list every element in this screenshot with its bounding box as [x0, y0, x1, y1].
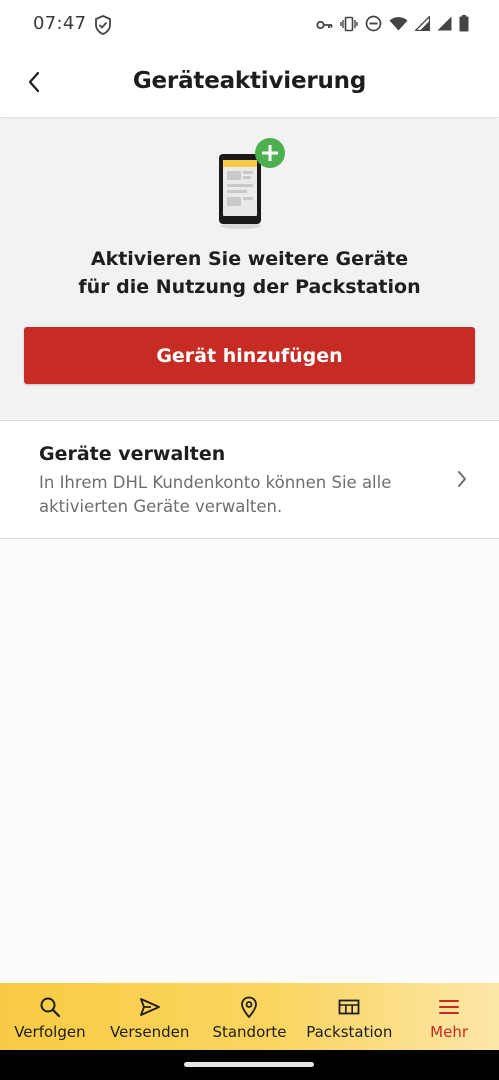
device-activation-hero: Aktivieren Sie weitere Geräte für die Nu… [0, 119, 499, 421]
search-icon [39, 996, 61, 1018]
status-icons [316, 14, 469, 36]
do-not-disturb-icon [365, 15, 382, 36]
home-indicator[interactable] [184, 1062, 314, 1067]
battery-icon [459, 15, 469, 36]
nav-label-packstation: Packstation [306, 1023, 393, 1041]
manage-devices-description: In Ihrem DHL Kundenkonto können Sie alle… [39, 473, 392, 516]
nav-item-verfolgen[interactable]: Verfolgen [0, 983, 100, 1050]
manage-devices-row[interactable]: Geräte verwalten In Ihrem DHL Kundenkont… [0, 421, 499, 539]
menu-icon [438, 996, 460, 1018]
nav-item-versenden[interactable]: Versenden [100, 983, 200, 1050]
nav-label-standorte: Standorte [212, 1023, 287, 1041]
location-pin-icon [240, 996, 258, 1018]
status-bar: 07:47 [0, 0, 499, 50]
hero-text: Aktivieren Sie weitere Geräte für die Nu… [0, 245, 499, 301]
system-navigation-bar [0, 1050, 499, 1080]
nav-item-packstation[interactable]: Packstation [299, 983, 399, 1050]
status-time: 07:47 [33, 13, 87, 34]
bottom-navigation: Verfolgen Versenden Standorte Packstatio… [0, 983, 499, 1050]
page-title: Geräteaktivierung [132, 68, 367, 94]
shield-check-icon [94, 15, 112, 39]
send-icon [139, 996, 161, 1018]
hero-text-line1: Aktivieren Sie weitere Geräte [90, 248, 409, 270]
app-header: Geräteaktivierung [0, 50, 499, 118]
packstation-icon [338, 996, 360, 1018]
nav-item-standorte[interactable]: Standorte [200, 983, 300, 1050]
nav-label-versenden: Versenden [110, 1023, 190, 1041]
chevron-right-icon [456, 470, 468, 492]
nav-label-mehr: Mehr [430, 1023, 469, 1041]
manage-devices-title: Geräte verwalten [39, 443, 226, 465]
phone-add-illustration [209, 136, 289, 236]
nav-item-mehr[interactable]: Mehr [399, 983, 499, 1050]
vibrate-icon [340, 16, 358, 36]
add-device-button[interactable]: Gerät hinzufügen [24, 327, 475, 384]
signal-icon [437, 16, 452, 35]
hero-text-line2: für die Nutzung der Packstation [78, 276, 421, 298]
nav-label-verfolgen: Verfolgen [14, 1023, 86, 1041]
signal-icon [413, 14, 431, 35]
key-icon [316, 16, 333, 35]
wifi-icon [389, 16, 408, 35]
